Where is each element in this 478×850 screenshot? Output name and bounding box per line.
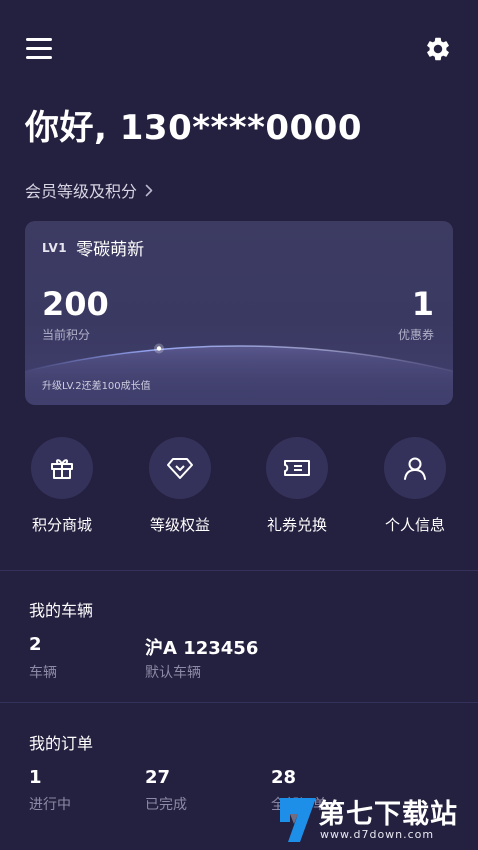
site-watermark: 第七下载站 www.d7down.com — [276, 792, 472, 848]
profile-page: 你好, 130****0000 会员等级及积分 LV1 零碳萌新 200 当前积… — [0, 0, 478, 850]
shortcut-personal-info[interactable]: 个人信息 — [384, 437, 446, 534]
ticket-icon — [284, 460, 310, 476]
member-level-card[interactable]: LV1 零碳萌新 200 当前积分 1 优惠券 升级LV.2还差100成长值 — [25, 221, 453, 405]
default-plate-value[interactable]: 沪A 123456 — [145, 634, 258, 660]
menu-icon[interactable] — [26, 38, 52, 60]
diamond-icon — [167, 458, 193, 479]
level-row: LV1 零碳萌新 — [42, 235, 144, 260]
top-bar — [24, 30, 454, 70]
shortcut-coupon-redeem-label: 礼券兑换 — [266, 516, 328, 534]
shortcut-level-benefits-label: 等级权益 — [149, 516, 211, 534]
shortcut-coupon-redeem[interactable]: 礼券兑换 — [266, 437, 328, 534]
orders-completed-label: 已完成 — [145, 797, 187, 813]
orders-in-progress-label: 进行中 — [29, 797, 71, 813]
level-badge: LV1 — [42, 240, 68, 255]
orders-section-title[interactable]: 我的订单 — [29, 730, 93, 754]
planet-arc-graphic — [25, 343, 453, 405]
shortcut-level-benefits-circle — [149, 437, 211, 499]
member-level-link-label: 会员等级及积分 — [25, 182, 138, 201]
watermark-text: 第七下载站 — [318, 799, 458, 830]
orders-in-progress-value[interactable]: 1 — [29, 767, 42, 788]
watermark-logo-icon — [280, 798, 316, 842]
default-plate-label: 默认车辆 — [145, 665, 201, 681]
orders-completed-value[interactable]: 27 — [145, 767, 170, 788]
coupons-value[interactable]: 1 — [412, 285, 434, 323]
divider — [0, 702, 478, 703]
watermark-url: www.d7down.com — [320, 828, 435, 841]
shortcut-personal-info-circle — [384, 437, 446, 499]
upgrade-note: 升级LV.2还差100成长值 — [42, 381, 151, 392]
person-icon — [404, 457, 426, 480]
shortcut-points-mall-circle — [31, 437, 93, 499]
shortcut-personal-info-label: 个人信息 — [384, 516, 446, 534]
greeting-title: 你好, 130****0000 — [25, 108, 362, 148]
shortcut-level-benefits[interactable]: 等级权益 — [149, 437, 211, 534]
shortcut-points-mall[interactable]: 积分商城 — [31, 437, 93, 534]
divider — [0, 570, 478, 571]
orders-all-value[interactable]: 28 — [271, 767, 296, 788]
points-value[interactable]: 200 — [42, 285, 109, 323]
member-level-link[interactable]: 会员等级及积分 — [25, 178, 153, 202]
vehicle-count-label: 车辆 — [29, 665, 57, 681]
vehicles-section-title[interactable]: 我的车辆 — [29, 597, 93, 621]
gift-icon — [51, 459, 73, 479]
level-name: 零碳萌新 — [76, 240, 145, 260]
chevron-right-icon — [145, 184, 153, 197]
vehicle-count-value[interactable]: 2 — [29, 634, 42, 655]
gear-icon[interactable] — [424, 35, 452, 63]
shortcut-coupon-redeem-circle — [266, 437, 328, 499]
shortcut-points-mall-label: 积分商城 — [31, 516, 93, 534]
